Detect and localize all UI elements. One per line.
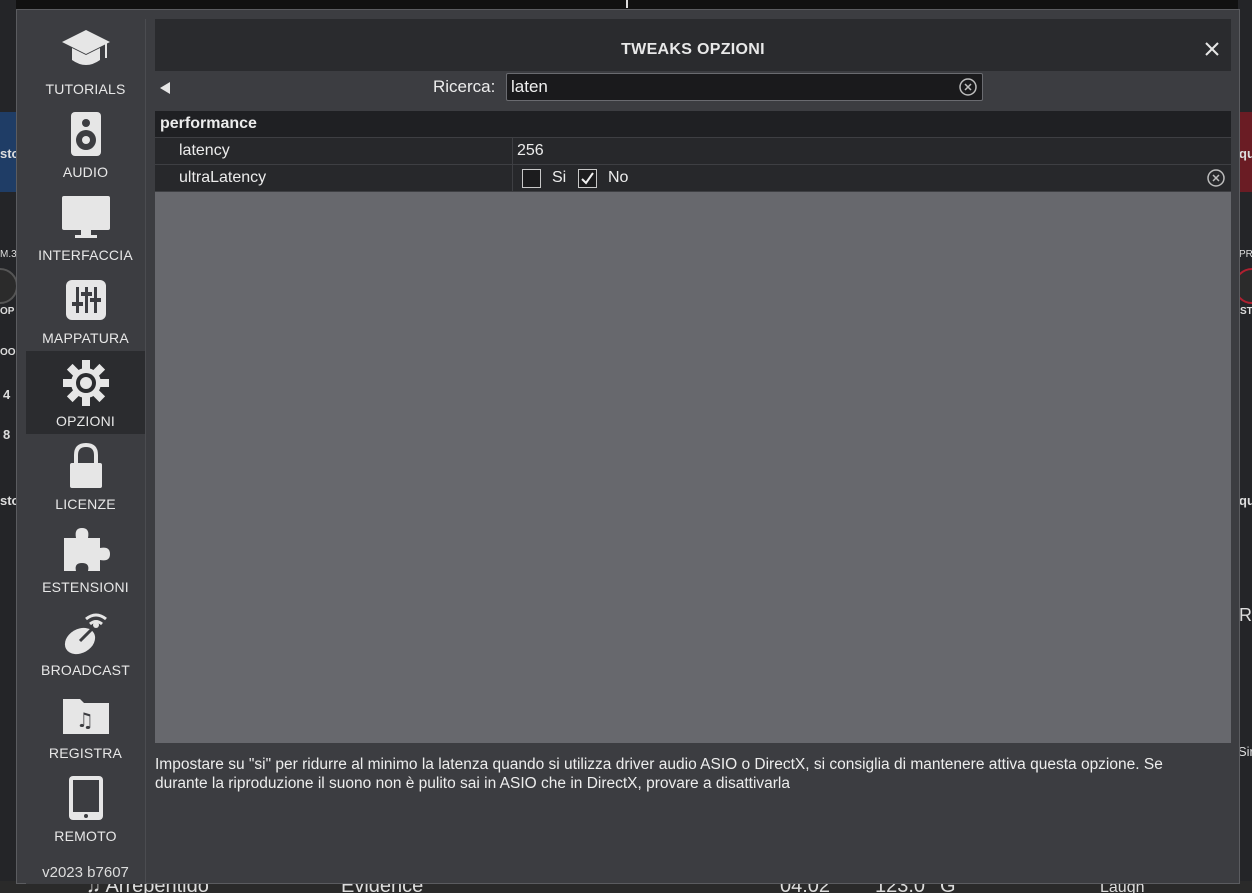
dialog-header: TWEAKS OPZIONI <box>155 19 1231 71</box>
checkbox-si[interactable] <box>522 169 541 188</box>
settings-sidebar: TUTORIALS AUDIO INTERFACCIA MAPPATURA OP… <box>26 19 146 884</box>
back-arrow-icon[interactable] <box>158 81 172 95</box>
monitor-icon <box>58 191 114 243</box>
sidebar-item-opzioni[interactable]: OPZIONI <box>26 351 145 434</box>
puzzle-icon <box>58 523 114 575</box>
sidebar-item-label: REMOTO <box>54 828 117 844</box>
clear-search-icon[interactable] <box>959 78 977 96</box>
bg-text: 4 <box>3 387 11 402</box>
sidebar-item-label: BROADCAST <box>41 662 130 678</box>
checkbox-label: No <box>608 169 629 186</box>
sidebar-item-label: INTERFACCIA <box>38 247 133 263</box>
lock-icon <box>58 440 114 492</box>
satellite-dish-icon <box>58 606 114 658</box>
bg-text: qu <box>1239 493 1252 508</box>
sidebar-item-label: ESTENSIONI <box>42 579 129 595</box>
sidebar-item-tutorials[interactable]: TUTORIALS <box>26 19 145 102</box>
sliders-icon <box>58 274 114 326</box>
sidebar-item-estensioni[interactable]: ESTENSIONI <box>26 517 145 600</box>
bg-text: R <box>1239 605 1252 625</box>
setting-value[interactable]: 256 <box>517 138 544 164</box>
bg-text: M.3 <box>0 249 17 260</box>
settings-dialog: TUTORIALS AUDIO INTERFACCIA MAPPATURA OP… <box>16 9 1240 884</box>
sidebar-item-label: LICENZE <box>55 496 116 512</box>
sidebar-item-label: MAPPATURA <box>42 330 129 346</box>
speaker-icon <box>58 108 114 160</box>
search-label: Ricerca: <box>433 77 496 96</box>
gear-icon <box>58 357 114 409</box>
bg-text: OP <box>0 306 15 317</box>
sidebar-item-label: TUTORIALS <box>45 81 126 97</box>
tablet-icon <box>58 772 114 824</box>
table-row[interactable]: latency 256 <box>155 138 1231 165</box>
sidebar-item-registra[interactable]: ♫ REGISTRA <box>26 683 145 766</box>
sidebar-item-interfaccia[interactable]: INTERFACCIA <box>26 185 145 268</box>
table-row[interactable]: ultraLatency Si No <box>155 165 1231 192</box>
group-header-performance: performance <box>155 111 1231 138</box>
sidebar-item-label: OPZIONI <box>56 413 115 429</box>
sidebar-item-remoto[interactable]: REMOTO <box>26 766 145 849</box>
sidebar-item-audio[interactable]: AUDIO <box>26 102 145 185</box>
bg-text: Sir <box>1238 744 1252 759</box>
bg-text: ST <box>1240 306 1252 317</box>
dialog-title: TWEAKS OPZIONI <box>621 41 765 58</box>
checkbox-label: Si <box>552 169 567 186</box>
search-field[interactable] <box>506 73 983 101</box>
bg-text: 8 <box>3 427 11 442</box>
bg-text: qu <box>1239 146 1252 161</box>
reset-setting-icon[interactable] <box>1207 169 1225 187</box>
sidebar-item-broadcast[interactable]: BROADCAST <box>26 600 145 683</box>
close-icon[interactable] <box>1203 40 1221 58</box>
graduation-cap-icon <box>58 25 114 77</box>
sidebar-item-licenze[interactable]: LICENZE <box>26 434 145 517</box>
bg-text: PRI <box>1239 249 1252 260</box>
svg-text:♫: ♫ <box>76 708 94 732</box>
checkmark-icon <box>581 172 594 185</box>
search-input[interactable] <box>511 76 951 98</box>
sidebar-item-label: AUDIO <box>62 164 109 180</box>
version-label: v2023 b7607 <box>42 864 129 881</box>
sidebar-item-mappatura[interactable]: MAPPATURA <box>26 268 145 351</box>
checkbox-no[interactable] <box>578 169 597 188</box>
sidebar-item-label: REGISTRA <box>48 745 123 761</box>
setting-name: latency <box>155 138 513 164</box>
background-divider <box>626 0 628 8</box>
music-folder-icon: ♫ <box>58 689 114 741</box>
tweaks-table: performance latency 256 ultraLatency Si … <box>155 111 1231 743</box>
setting-name: ultraLatency <box>155 165 513 191</box>
setting-description: Impostare su "si" per ridurre al minimo … <box>155 756 1163 792</box>
